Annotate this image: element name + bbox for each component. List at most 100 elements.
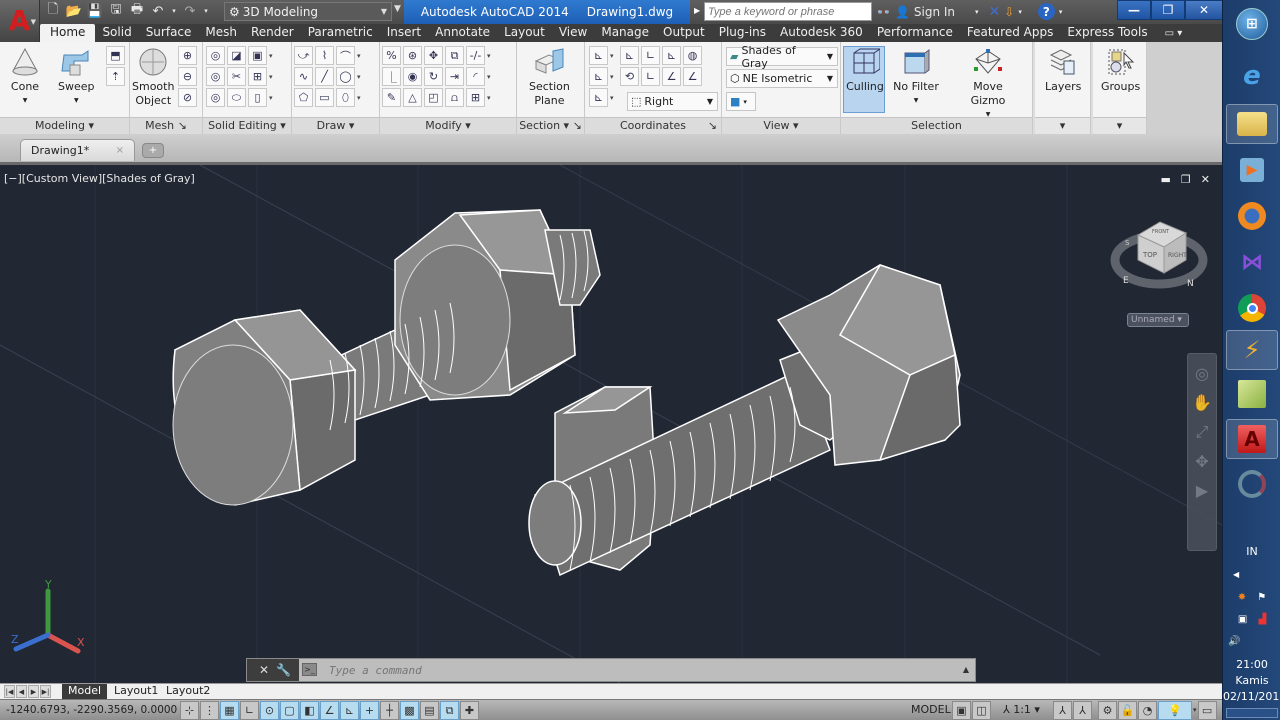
open-file-icon[interactable]: 📂 (65, 2, 83, 20)
prev-layout-icon[interactable]: ◀ (16, 685, 27, 698)
array-icon[interactable]: ⊞ (466, 88, 485, 107)
taskbar-winamp[interactable]: ⚡ (1226, 330, 1278, 370)
arc-icon[interactable]: ⌒ (336, 46, 355, 65)
move-gizmo-button[interactable]: Move Gizmo ▼ (955, 46, 1021, 122)
viewport-minimize-icon[interactable]: ▬ (1161, 173, 1171, 186)
grid-display-toggle[interactable]: ▦ (220, 701, 239, 720)
close-tab-icon[interactable]: × (116, 140, 124, 161)
binoculars-icon[interactable]: 👓 (876, 5, 891, 19)
panel-title-groups[interactable]: ▾ (1093, 117, 1146, 134)
new-drawing-tab-button[interactable]: + (142, 143, 164, 158)
document-tab-drawing1[interactable]: Drawing1* × (20, 139, 135, 161)
redo-dropdown-icon[interactable]: ▾ (202, 2, 210, 20)
move-icon[interactable]: ✥ (424, 46, 443, 65)
selection-cycling-toggle[interactable]: ⧉ (440, 701, 459, 720)
viewport-controls-label[interactable]: [−][Custom View][Shades of Gray] (4, 172, 195, 185)
annotation-monitor-toggle[interactable]: ✚ (460, 701, 479, 720)
refine-mesh-icon[interactable]: ⊘ (178, 88, 197, 107)
tab-plug-ins[interactable]: Plug-ins (712, 24, 773, 42)
object-snap-tracking-toggle[interactable]: ∠ (320, 701, 339, 720)
panel-title-mesh[interactable]: Mesh ↘ (130, 117, 202, 134)
tab-output[interactable]: Output (656, 24, 712, 42)
application-menu-button[interactable]: A ▼ (0, 0, 40, 42)
auto-scale-icon[interactable]: ⅄ (1073, 701, 1092, 720)
power-icon[interactable]: ▣ (1238, 614, 1247, 625)
groups-button[interactable]: Groups (1101, 46, 1140, 94)
panel-title-view[interactable]: View ▾ (722, 117, 840, 134)
object-snap-toggle[interactable]: ▢ (280, 701, 299, 720)
ucs-object-icon[interactable]: ◍ (683, 46, 702, 65)
extract-edges-icon[interactable]: ▣ (248, 46, 267, 65)
layers-button[interactable]: Layers (1045, 46, 1081, 94)
taskbar-autocad[interactable]: A (1226, 419, 1278, 459)
rectangle-icon[interactable]: ▭ (315, 88, 334, 107)
helix-icon[interactable]: ⌇ (315, 46, 334, 65)
command-history-icon[interactable]: ▲ (963, 665, 969, 674)
model-space-canvas[interactable]: TOP RIGHT FRONT E N S Y X Z (0, 165, 1222, 683)
spline-icon[interactable]: ∿ (294, 67, 313, 86)
sign-in-dropdown-icon[interactable]: ▾ (975, 8, 979, 16)
customize-qat-icon[interactable]: ▼ (394, 4, 401, 14)
intersect-icon[interactable]: ◎ (206, 88, 225, 107)
3d-mirror-icon[interactable]: △ (403, 88, 422, 107)
print-icon[interactable]: 🖶 (128, 2, 146, 20)
presspull-icon[interactable]: ⇡ (106, 67, 125, 86)
stretch-icon[interactable]: ⇥ (445, 67, 464, 86)
taskbar-chrome[interactable] (1226, 288, 1278, 328)
panel-title-solid-editing[interactable]: Solid Editing ▾ (203, 117, 291, 134)
help-dropdown-icon[interactable]: ▾ (1059, 8, 1063, 16)
infer-constraints-toggle[interactable]: ⊹ (180, 701, 199, 720)
action-center-flag-icon[interactable]: ⚑ (1257, 592, 1266, 603)
save-icon[interactable]: 💾 (86, 2, 104, 20)
redo-icon[interactable]: ↷ (181, 2, 199, 20)
save-as-icon[interactable]: 🖫 (107, 2, 125, 20)
tab-featured-apps[interactable]: Featured Apps (960, 24, 1060, 42)
tab-mesh[interactable]: Mesh (198, 24, 244, 42)
sweep-button[interactable]: Sweep ▼ (58, 46, 95, 108)
smooth-more-icon[interactable]: ⊕ (178, 46, 197, 65)
polygon-icon[interactable]: ⬠ (294, 88, 313, 107)
avast-icon[interactable]: ✸ (1238, 592, 1246, 603)
connected-dropdown-icon[interactable]: ▾ (1018, 8, 1022, 16)
ucs-named-icon[interactable]: ⊾ (620, 46, 639, 65)
tab-render[interactable]: Render (244, 24, 301, 42)
ucs-view-icon[interactable]: ⊾ (662, 46, 681, 65)
fillet-icon[interactable]: ◜ (466, 67, 485, 86)
tab-express-tools[interactable]: Express Tools (1060, 24, 1154, 42)
system-clock[interactable]: 21:00 Kamis 02/11/2017 (1223, 657, 1280, 705)
trim-icon[interactable]: -/- (466, 46, 485, 65)
ucs-x-icon[interactable]: ⊾ (589, 67, 608, 86)
undo-icon[interactable]: ↶ (149, 2, 167, 20)
panel-title-coordinates[interactable]: Coordinates ↘ (585, 117, 721, 134)
3d-object-snap-toggle[interactable]: ◧ (300, 701, 319, 720)
ribbon-minimize-icon[interactable]: ▭ ▾ (1165, 25, 1183, 42)
view-preset-select[interactable]: ⬡ NE Isometric ▼ (726, 69, 838, 88)
viewport-close-icon[interactable]: ✕ (1201, 173, 1210, 186)
copy-icon[interactable]: ⧉ (445, 46, 464, 65)
hardware-acceleration-icon[interactable]: ◔ (1138, 701, 1157, 720)
sign-in-link[interactable]: Sign In (914, 5, 955, 19)
tab-insert[interactable]: Insert (380, 24, 428, 42)
3d-array-icon[interactable]: ◉ (403, 67, 422, 86)
tab-layout1[interactable]: Layout1 (108, 684, 164, 699)
offset-icon[interactable]: ◰ (424, 88, 443, 107)
tab-home[interactable]: Home (40, 24, 96, 42)
zoom-extents-icon[interactable]: ⤢ (1188, 422, 1216, 442)
smooth-object-button[interactable]: Smooth Object (132, 46, 174, 108)
close-button[interactable]: ✕ (1185, 0, 1223, 20)
workspace-switching-icon[interactable]: ⚙ (1098, 701, 1117, 720)
quick-properties-toggle[interactable]: ▤ (420, 701, 439, 720)
ortho-mode-toggle[interactable]: ∟ (240, 701, 259, 720)
showmotion-icon[interactable]: ▶ (1188, 481, 1216, 500)
tab-model[interactable]: Model (62, 684, 108, 699)
tab-annotate[interactable]: Annotate (428, 24, 497, 42)
ucs-z-icon[interactable]: ∠ (662, 67, 681, 86)
separate-icon[interactable]: ▯ (248, 88, 267, 107)
isolate-objects-icon[interactable]: 💡 (1158, 701, 1192, 720)
snap-mode-toggle[interactable]: ⋮ (200, 701, 219, 720)
taskbar-visual-studio[interactable]: ⋈ (1226, 242, 1278, 282)
ucs-face-icon[interactable]: ⊾ (589, 88, 608, 107)
show-desktop-button[interactable] (1226, 708, 1278, 718)
search-input[interactable] (704, 2, 872, 21)
pan-hand-icon[interactable]: ✋ (1188, 393, 1216, 412)
